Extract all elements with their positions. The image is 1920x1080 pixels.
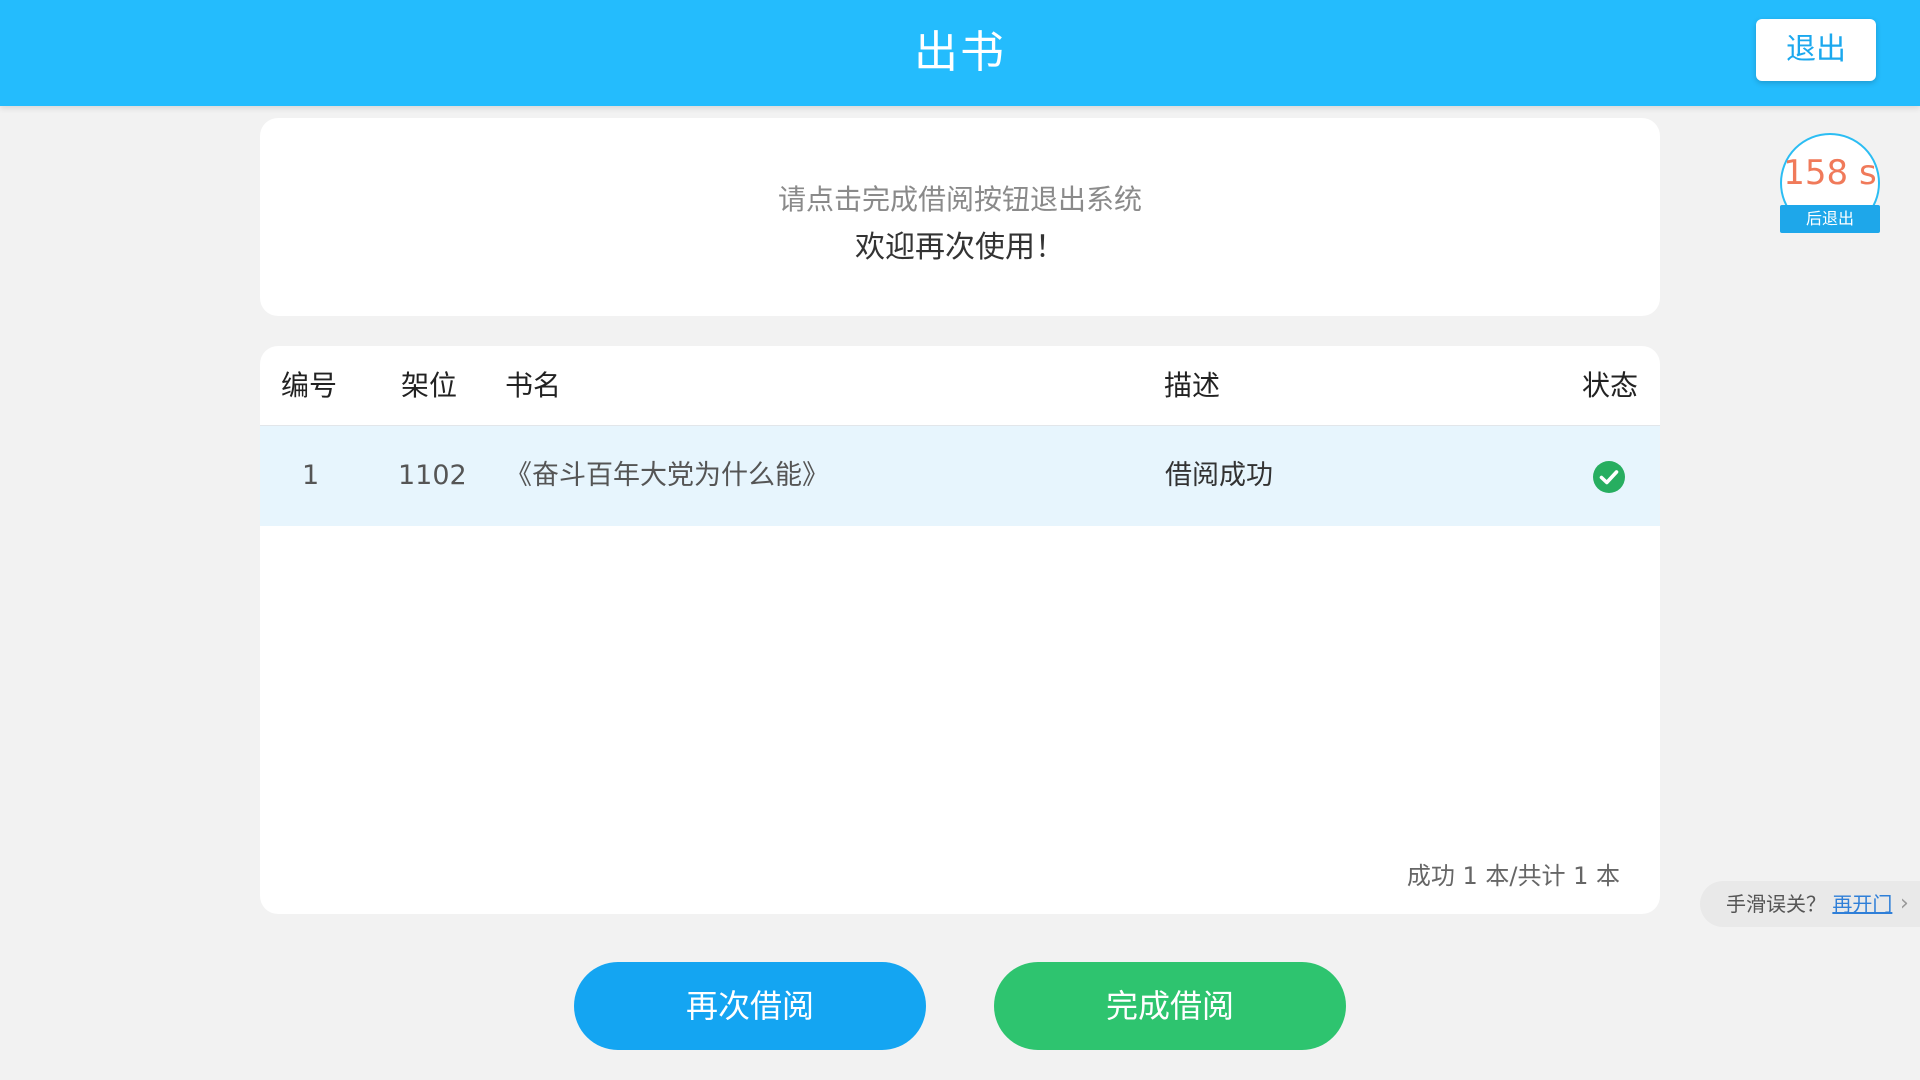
column-header-status: 状态 <box>1582 369 1639 402</box>
header-bar: 出书 退出 <box>0 0 1920 106</box>
reopen-door-bar: 手滑误关？ 再开门 › <box>1700 881 1920 927</box>
column-header-title: 书名 <box>505 369 562 402</box>
cell-shelf: 1102 <box>398 460 467 491</box>
exit-button[interactable]: 退出 <box>1756 19 1876 81</box>
table-header: 编号 架位 书名 描述 状态 <box>260 346 1660 426</box>
welcome-text: 欢迎再次使用！ <box>855 230 1065 265</box>
borrow-table: 编号 架位 书名 描述 状态 1 1102 《奋斗百年大党为什么能》 借阅成功 … <box>260 346 1660 914</box>
instruction-text: 请点击完成借阅按钮退出系统 <box>777 183 1142 216</box>
column-header-id: 编号 <box>281 369 338 402</box>
cell-title: 《奋斗百年大党为什么能》 <box>505 460 829 491</box>
borrow-summary: 成功 1 本/共计 1 本 <box>1406 862 1620 890</box>
countdown-value: 158 s <box>1783 153 1877 193</box>
reopen-door-link[interactable]: 再开门 <box>1832 892 1892 916</box>
column-header-shelf: 架位 <box>401 369 458 402</box>
countdown-label: 后退出 <box>1780 205 1880 233</box>
reopen-prompt: 手滑误关？ <box>1726 892 1826 916</box>
borrow-again-button[interactable]: 再次借阅 <box>574 962 926 1050</box>
table-row: 1 1102 《奋斗百年大党为什么能》 借阅成功 <box>260 426 1660 526</box>
cell-desc: 借阅成功 <box>1165 460 1273 491</box>
cell-id: 1 <box>302 460 320 491</box>
check-circle-icon <box>1593 461 1625 493</box>
message-card: 请点击完成借阅按钮退出系统 欢迎再次使用！ <box>260 118 1660 316</box>
chevron-right-icon: › <box>1900 891 1909 916</box>
column-header-desc: 描述 <box>1164 369 1221 402</box>
finish-borrow-button[interactable]: 完成借阅 <box>994 962 1346 1050</box>
page-title: 出书 <box>914 27 1006 78</box>
